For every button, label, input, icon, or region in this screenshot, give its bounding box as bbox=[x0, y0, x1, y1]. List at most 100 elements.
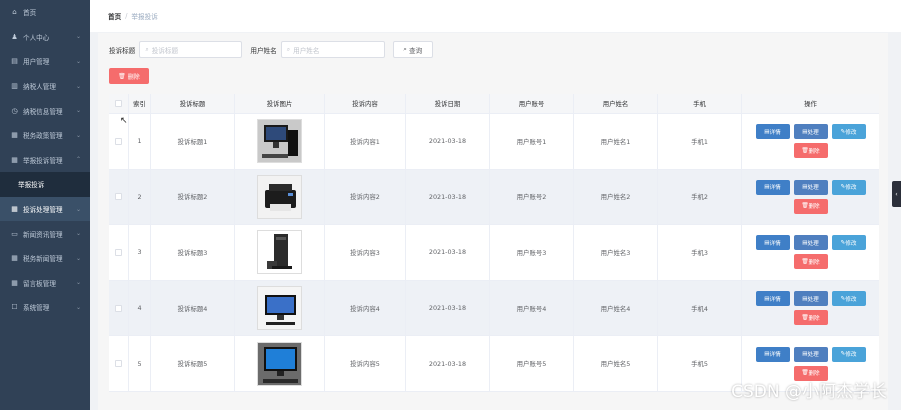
sidebar-item-complaint-handling[interactable]: ▦ 投诉处理管理 ⌄ bbox=[0, 196, 90, 222]
row-content: 投诉内容1 bbox=[325, 114, 406, 169]
row-title: 投诉标题3 bbox=[151, 225, 235, 280]
edit-button[interactable]: ✎ 修改 bbox=[831, 124, 866, 140]
delete-button[interactable]: 🗑 删除 bbox=[793, 143, 828, 159]
trash-icon: 🗑 bbox=[801, 203, 809, 210]
menu-icon: ▦ bbox=[11, 131, 18, 140]
handle-button[interactable]: ▤ 处理 bbox=[793, 179, 828, 195]
header-name: 用户姓名 bbox=[574, 94, 658, 113]
sidebar-item-label: 纳税人管理 bbox=[23, 83, 56, 92]
sidebar-item-home[interactable]: ⌂ 首页 bbox=[0, 0, 90, 25]
sidebar-item-reports[interactable]: ▦ 举报投诉管理 ⌃ bbox=[0, 148, 90, 173]
sidebar-item-taxpayers[interactable]: ▥ 纳税人管理 ⌄ bbox=[0, 74, 90, 99]
sidebar-item-messages[interactable]: ▦ 留言板管理 ⌄ bbox=[0, 271, 90, 296]
gear-icon: ☐ bbox=[11, 303, 18, 312]
row-index: 2 bbox=[129, 169, 151, 225]
delete-button[interactable]: 🗑 删除 bbox=[793, 310, 828, 326]
title-search-input[interactable]: ⌕ 投诉标题 bbox=[139, 41, 243, 58]
row-checkbox[interactable] bbox=[115, 137, 122, 145]
edit-button-label: 修改 bbox=[845, 240, 857, 247]
row-checkbox[interactable] bbox=[115, 193, 122, 201]
clock-icon: ◷ bbox=[11, 106, 18, 115]
mouse-cursor-icon: ↖ bbox=[120, 116, 128, 126]
row-checkbox[interactable] bbox=[115, 304, 122, 312]
row-title: 投诉标题1 bbox=[151, 114, 235, 169]
row-content: 投诉内容4 bbox=[325, 280, 406, 336]
row-title: 投诉标题5 bbox=[151, 336, 235, 391]
sidebar-subitem-report-complaints[interactable]: 举报投诉 bbox=[0, 172, 90, 197]
row-checkbox[interactable] bbox=[115, 360, 122, 368]
detail-button-label: 详情 bbox=[769, 352, 781, 359]
users-icon: ▤ bbox=[11, 57, 18, 66]
handle-button[interactable]: ▤ 处理 bbox=[793, 124, 828, 140]
table-row: 3 投诉标题3 投诉内容3 2021-03-18 用户账号3 用户姓名3 手机3… bbox=[109, 225, 879, 281]
main-area: 首页 / 举报投诉 投诉标题 ⌕ 投诉标题 用户姓名 ⌕ 用户姓名 ⌕ 查询 🗑 删除 … bbox=[90, 0, 901, 410]
sidebar-item-system[interactable]: ☐ 系统管理 ⌄ bbox=[0, 295, 90, 320]
edit-button-label: 修改 bbox=[845, 129, 857, 136]
sidebar-item-tax-news[interactable]: ▦ 税务新闻管理 ⌄ bbox=[0, 246, 90, 271]
complaint-image[interactable] bbox=[257, 341, 302, 386]
row-checkbox[interactable] bbox=[115, 248, 122, 256]
row-select-cell[interactable] bbox=[109, 169, 129, 225]
edit-button[interactable]: ✎ 修改 bbox=[831, 346, 866, 362]
complaint-image[interactable] bbox=[257, 286, 302, 331]
row-title: 投诉标题4 bbox=[151, 280, 235, 336]
select-all-checkbox[interactable] bbox=[115, 100, 122, 107]
header-index: 索引 bbox=[129, 94, 151, 113]
batch-delete-button[interactable]: 🗑 删除 bbox=[109, 68, 149, 84]
complaint-image[interactable] bbox=[257, 119, 302, 164]
row-select-cell[interactable] bbox=[109, 336, 129, 391]
handle-button[interactable]: ▤ 处理 bbox=[793, 346, 828, 362]
complaint-image[interactable] bbox=[257, 230, 302, 275]
detail-button[interactable]: ▤ 详情 bbox=[755, 235, 790, 251]
breadcrumb: 首页 / 举报投诉 bbox=[90, 0, 901, 32]
delete-button[interactable]: 🗑 删除 bbox=[793, 254, 828, 270]
complaints-table: 索引 投诉标题 投诉图片 投诉内容 投诉日期 用户账号 用户姓名 手机 操作 1… bbox=[109, 94, 879, 392]
menu-icon: ▦ bbox=[11, 155, 18, 164]
edit-button-label: 修改 bbox=[845, 296, 857, 303]
row-name: 用户姓名5 bbox=[574, 336, 658, 391]
row-select-cell[interactable] bbox=[109, 225, 129, 280]
name-search-input[interactable]: ⌕ 用户姓名 bbox=[280, 41, 385, 58]
handle-button[interactable]: ▤ 处理 bbox=[793, 235, 828, 251]
chevron-left-icon: ‹ bbox=[895, 190, 898, 198]
delete-button[interactable]: 🗑 删除 bbox=[793, 198, 828, 214]
sidebar-item-label: 新闻资讯管理 bbox=[23, 230, 63, 239]
detail-button[interactable]: ▤ 详情 bbox=[755, 179, 790, 195]
delete-button-label: 删除 bbox=[808, 204, 820, 211]
collapse-panel-handle[interactable]: ‹ bbox=[892, 181, 901, 207]
chevron-down-icon: ⌄ bbox=[75, 254, 81, 262]
row-image-cell bbox=[235, 225, 325, 280]
detail-button-label: 详情 bbox=[769, 296, 781, 303]
edit-button[interactable]: ✎ 修改 bbox=[831, 179, 866, 195]
sidebar-item-news[interactable]: ▭ 新闻资讯管理 ⌄ bbox=[0, 221, 90, 246]
sidebar-item-profile[interactable]: ♟ 个人中心 ⌄ bbox=[0, 25, 90, 50]
row-index: 3 bbox=[129, 225, 151, 280]
header-phone: 手机 bbox=[658, 94, 742, 113]
complaint-image[interactable] bbox=[257, 174, 302, 219]
row-content: 投诉内容2 bbox=[325, 169, 406, 225]
select-all-cell[interactable] bbox=[109, 94, 129, 113]
sidebar: ⌂ 首页 ♟ 个人中心 ⌄ ▤ 用户管理 ⌄ ▥ 纳税人管理 ⌄ ◷ 纳税信息管理 ⌄ ▦ 税务政策… bbox=[0, 0, 90, 410]
query-button[interactable]: ⌕ 查询 bbox=[392, 41, 433, 58]
row-name: 用户姓名3 bbox=[574, 225, 658, 280]
handle-button-label: 处理 bbox=[807, 185, 819, 192]
detail-button[interactable]: ▤ 详情 bbox=[755, 291, 790, 307]
detail-button-label: 详情 bbox=[769, 240, 781, 247]
breadcrumb-home[interactable]: 首页 bbox=[108, 11, 121, 21]
grid-icon: ▦ bbox=[11, 254, 18, 263]
row-account: 用户账号4 bbox=[490, 280, 574, 336]
table-row: 2 投诉标题2 投诉内容2 2021-03-18 用户账号2 用户姓名2 手机2… bbox=[109, 169, 879, 226]
sidebar-item-users[interactable]: ▤ 用户管理 ⌄ bbox=[0, 49, 90, 74]
edit-button-label: 修改 bbox=[845, 185, 857, 192]
edit-button[interactable]: ✎ 修改 bbox=[831, 291, 866, 307]
row-phone: 手机4 bbox=[658, 280, 742, 336]
detail-button[interactable]: ▤ 详情 bbox=[755, 124, 790, 140]
row-actions: ▤ 详情 ▤ 处理 ✎ 修改 🗑 删除 bbox=[742, 114, 879, 169]
sidebar-item-tax-info[interactable]: ◷ 纳税信息管理 ⌄ bbox=[0, 98, 90, 123]
row-select-cell[interactable] bbox=[109, 280, 129, 336]
edit-button[interactable]: ✎ 修改 bbox=[831, 235, 866, 251]
handle-button[interactable]: ▤ 处理 bbox=[793, 291, 828, 307]
sidebar-item-tax-policy[interactable]: ▦ 税务政策管理 ⌄ bbox=[0, 123, 90, 148]
row-index: 1 bbox=[129, 114, 151, 169]
detail-button[interactable]: ▤ 详情 bbox=[755, 346, 790, 362]
